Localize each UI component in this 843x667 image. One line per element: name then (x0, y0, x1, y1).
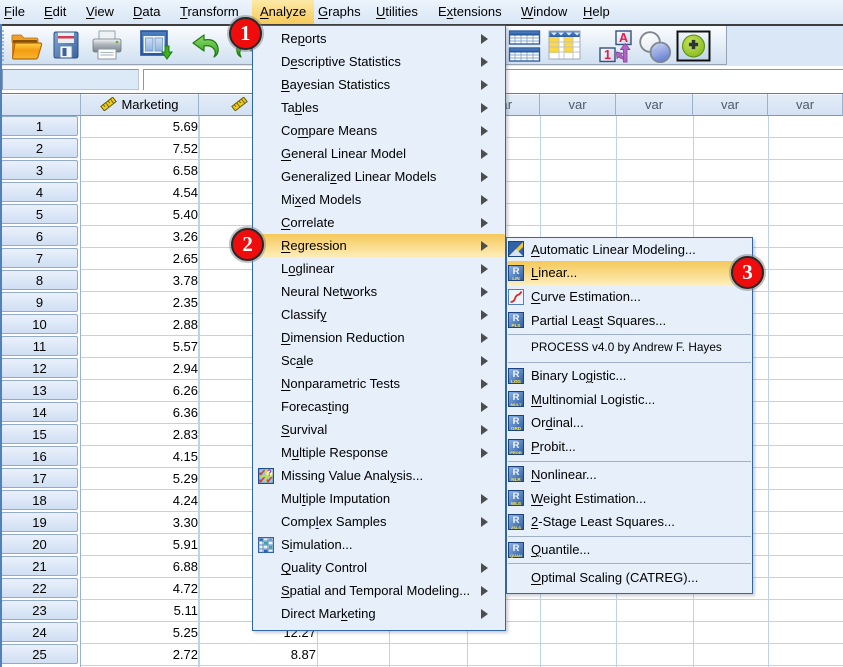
svg-text:MULT: MULT (511, 402, 522, 407)
svg-text:ORD: ORD (511, 426, 522, 431)
svg-text:NLR: NLR (511, 477, 521, 482)
svg-text:2SLS: 2SLS (511, 525, 521, 530)
svg-text:1: 1 (604, 48, 611, 62)
svg-text:LIN: LIN (512, 276, 520, 281)
svg-text:WLS: WLS (511, 501, 521, 506)
svg-text:QUAN: QUAN (510, 553, 522, 558)
svg-text:A: A (619, 31, 628, 45)
svg-text:✔: ✔ (266, 474, 274, 483)
svg-text:LOG: LOG (511, 379, 521, 384)
svg-text:PROB: PROB (510, 450, 522, 455)
svg-text:PLS: PLS (512, 323, 521, 328)
